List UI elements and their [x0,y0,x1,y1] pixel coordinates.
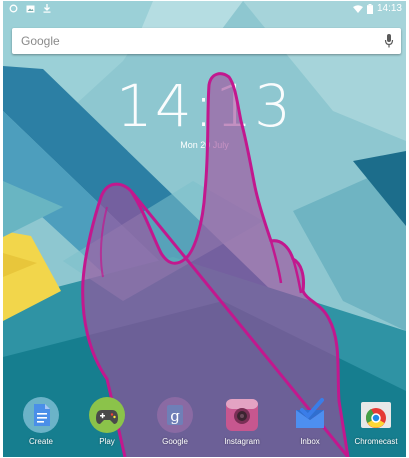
battery-icon [366,3,373,14]
google-search-bar[interactable]: Google [12,28,401,54]
app-label: Play [99,437,115,446]
app-inbox[interactable]: Inbox [280,396,340,447]
download-notification-icon [43,4,51,13]
app-dock: Create Play g Google Instagram Inbox Chr… [3,396,406,454]
app-label: Instagram [224,437,260,446]
app-label: Google [162,437,188,446]
create-icon [22,396,60,434]
mic-icon[interactable] [384,33,394,49]
image-notification-icon [26,5,35,12]
material-wallpaper [3,1,406,457]
circle-notification-icon [9,4,18,13]
app-play[interactable]: Play [77,396,137,447]
chromecast-icon [357,396,395,434]
svg-text:g: g [170,407,180,425]
status-bar: 14:13 [3,1,406,19]
wifi-icon [352,4,363,13]
play-games-icon [88,396,126,434]
app-google[interactable]: g Google [145,396,205,447]
inbox-icon [291,396,329,434]
clock-widget-time[interactable]: 14:13 [3,71,406,141]
app-label: Create [28,437,53,446]
app-chromecast[interactable]: Chromecast [346,396,406,447]
home-screen: 14:13 Google 14:13 Mon 20 July Create Pl… [3,1,406,457]
app-create[interactable]: Create [11,396,71,447]
clock-widget-date: Mon 20 July [180,140,229,150]
google-icon: g [156,396,194,434]
status-time: 14:13 [376,3,402,14]
app-instagram[interactable]: Instagram [212,396,272,447]
instagram-icon [223,396,261,434]
search-placeholder: Google [21,34,60,48]
app-label: Inbox [300,437,320,446]
app-label: Chromecast [354,437,398,446]
